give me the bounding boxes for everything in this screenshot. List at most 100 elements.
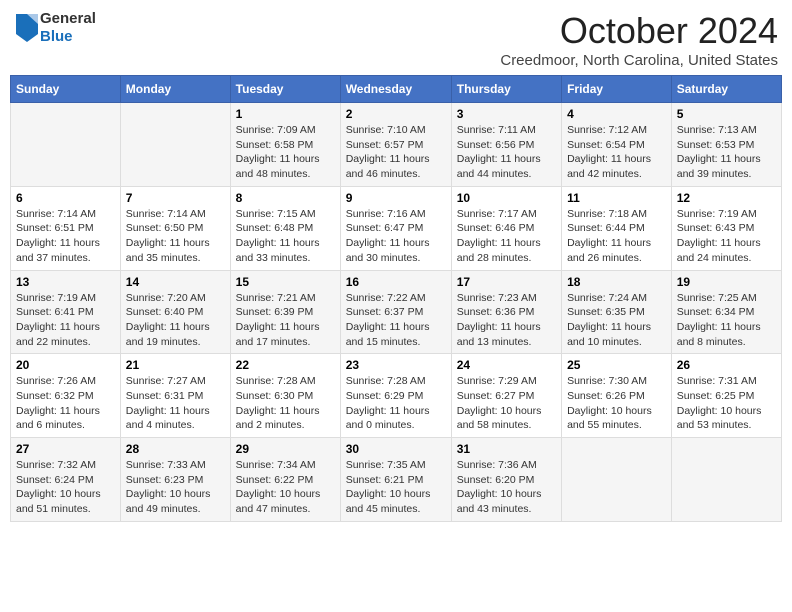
day-info: Sunrise: 7:31 AM Sunset: 6:25 PM Dayligh… xyxy=(677,374,776,433)
logo-icon xyxy=(16,14,38,42)
day-info: Sunrise: 7:19 AM Sunset: 6:43 PM Dayligh… xyxy=(677,207,776,266)
calendar-cell: 4Sunrise: 7:12 AM Sunset: 6:54 PM Daylig… xyxy=(562,103,672,187)
page-header: General Blue October 2024 Creedmoor, Nor… xyxy=(10,10,782,69)
day-info: Sunrise: 7:25 AM Sunset: 6:34 PM Dayligh… xyxy=(677,291,776,350)
day-number: 13 xyxy=(16,275,115,289)
calendar-cell: 19 Sunrise: 7:25 AM Sunset: 6:34 PM Dayli… xyxy=(671,270,781,354)
month-title: October 2024 xyxy=(500,10,778,52)
day-info: Sunrise: 7:10 AM Sunset: 6:57 PM Dayligh… xyxy=(346,123,446,182)
calendar-cell: 23Sunrise: 7:28 AM Sunset: 6:29 PM Dayli… xyxy=(340,354,451,438)
header-tuesday: Tuesday xyxy=(230,76,340,103)
day-number: 1 xyxy=(236,107,335,121)
location-subtitle: Creedmoor, North Carolina, United States xyxy=(500,52,778,69)
calendar-cell: 17 Sunrise: 7:23 AM Sunset: 6:36 PM Dayli… xyxy=(451,270,561,354)
week-row-4: 20 Sunrise: 7:26 AM Sunset: 6:32 PM Dayli… xyxy=(11,354,782,438)
calendar-cell: 11 Sunrise: 7:18 AM Sunset: 6:44 PM Dayli… xyxy=(562,186,672,270)
calendar-cell: 14 Sunrise: 7:20 AM Sunset: 6:40 PM Dayli… xyxy=(120,270,230,354)
logo-text-blue: Blue xyxy=(40,28,96,46)
day-info: Sunrise: 7:28 AM Sunset: 6:30 PM Dayligh… xyxy=(236,374,335,433)
day-info: Sunrise: 7:24 AM Sunset: 6:35 PM Dayligh… xyxy=(567,291,666,350)
calendar-cell: 24 Sunrise: 7:29 AM Sunset: 6:27 PM Dayli… xyxy=(451,354,561,438)
day-number: 20 xyxy=(16,358,115,372)
day-number: 6 xyxy=(16,191,115,205)
calendar-cell: 16 Sunrise: 7:22 AM Sunset: 6:37 PM Dayli… xyxy=(340,270,451,354)
day-number: 14 xyxy=(126,275,225,289)
day-number: 17 xyxy=(457,275,556,289)
header-friday: Friday xyxy=(562,76,672,103)
day-info: Sunrise: 7:26 AM Sunset: 6:32 PM Dayligh… xyxy=(16,374,115,433)
day-number: 2 xyxy=(346,107,446,121)
calendar-cell: 7Sunrise: 7:14 AM Sunset: 6:50 PM Daylig… xyxy=(120,186,230,270)
header-monday: Monday xyxy=(120,76,230,103)
day-number: 21 xyxy=(126,358,225,372)
calendar-cell: 1 Sunrise: 7:09 AM Sunset: 6:58 PM Daylig… xyxy=(230,103,340,187)
week-row-5: 27 Sunrise: 7:32 AM Sunset: 6:24 PM Dayli… xyxy=(11,438,782,522)
logo-text-general: General xyxy=(40,10,96,28)
calendar-cell: 29Sunrise: 7:34 AM Sunset: 6:22 PM Dayli… xyxy=(230,438,340,522)
day-info: Sunrise: 7:32 AM Sunset: 6:24 PM Dayligh… xyxy=(16,458,115,517)
day-number: 26 xyxy=(677,358,776,372)
day-number: 23 xyxy=(346,358,446,372)
day-number: 11 xyxy=(567,191,666,205)
day-info: Sunrise: 7:14 AM Sunset: 6:50 PM Dayligh… xyxy=(126,207,225,266)
day-number: 19 xyxy=(677,275,776,289)
calendar-cell: 15 Sunrise: 7:21 AM Sunset: 6:39 PM Dayli… xyxy=(230,270,340,354)
day-info: Sunrise: 7:33 AM Sunset: 6:23 PM Dayligh… xyxy=(126,458,225,517)
header-saturday: Saturday xyxy=(671,76,781,103)
day-info: Sunrise: 7:35 AM Sunset: 6:21 PM Dayligh… xyxy=(346,458,446,517)
calendar-cell xyxy=(562,438,672,522)
day-info: Sunrise: 7:22 AM Sunset: 6:37 PM Dayligh… xyxy=(346,291,446,350)
day-info: Sunrise: 7:29 AM Sunset: 6:27 PM Dayligh… xyxy=(457,374,556,433)
day-number: 3 xyxy=(457,107,556,121)
calendar-cell xyxy=(671,438,781,522)
title-area: October 2024 Creedmoor, North Carolina, … xyxy=(500,10,778,69)
day-number: 5 xyxy=(677,107,776,121)
day-number: 28 xyxy=(126,442,225,456)
logo: General Blue xyxy=(14,10,96,46)
calendar-cell: 30Sunrise: 7:35 AM Sunset: 6:21 PM Dayli… xyxy=(340,438,451,522)
header-sunday: Sunday xyxy=(11,76,121,103)
calendar-cell: 22 Sunrise: 7:28 AM Sunset: 6:30 PM Dayli… xyxy=(230,354,340,438)
day-info: Sunrise: 7:30 AM Sunset: 6:26 PM Dayligh… xyxy=(567,374,666,433)
day-number: 18 xyxy=(567,275,666,289)
calendar-cell: 5 Sunrise: 7:13 AM Sunset: 6:53 PM Daylig… xyxy=(671,103,781,187)
day-number: 12 xyxy=(677,191,776,205)
day-number: 10 xyxy=(457,191,556,205)
day-number: 27 xyxy=(16,442,115,456)
calendar-cell: 6Sunrise: 7:14 AM Sunset: 6:51 PM Daylig… xyxy=(11,186,121,270)
day-info: Sunrise: 7:27 AM Sunset: 6:31 PM Dayligh… xyxy=(126,374,225,433)
week-row-3: 13Sunrise: 7:19 AM Sunset: 6:41 PM Dayli… xyxy=(11,270,782,354)
calendar-cell: 12 Sunrise: 7:19 AM Sunset: 6:43 PM Dayli… xyxy=(671,186,781,270)
header-wednesday: Wednesday xyxy=(340,76,451,103)
day-info: Sunrise: 7:11 AM Sunset: 6:56 PM Dayligh… xyxy=(457,123,556,182)
day-number: 9 xyxy=(346,191,446,205)
day-info: Sunrise: 7:09 AM Sunset: 6:58 PM Dayligh… xyxy=(236,123,335,182)
day-number: 22 xyxy=(236,358,335,372)
calendar-header-row: SundayMondayTuesdayWednesdayThursdayFrid… xyxy=(11,76,782,103)
day-info: Sunrise: 7:17 AM Sunset: 6:46 PM Dayligh… xyxy=(457,207,556,266)
calendar-cell xyxy=(11,103,121,187)
day-info: Sunrise: 7:12 AM Sunset: 6:54 PM Dayligh… xyxy=(567,123,666,182)
day-info: Sunrise: 7:21 AM Sunset: 6:39 PM Dayligh… xyxy=(236,291,335,350)
day-info: Sunrise: 7:13 AM Sunset: 6:53 PM Dayligh… xyxy=(677,123,776,182)
day-info: Sunrise: 7:23 AM Sunset: 6:36 PM Dayligh… xyxy=(457,291,556,350)
calendar-cell: 20 Sunrise: 7:26 AM Sunset: 6:32 PM Dayli… xyxy=(11,354,121,438)
calendar-cell xyxy=(120,103,230,187)
header-thursday: Thursday xyxy=(451,76,561,103)
day-number: 8 xyxy=(236,191,335,205)
calendar-cell: 10 Sunrise: 7:17 AM Sunset: 6:46 PM Dayli… xyxy=(451,186,561,270)
week-row-1: 1 Sunrise: 7:09 AM Sunset: 6:58 PM Daylig… xyxy=(11,103,782,187)
day-info: Sunrise: 7:18 AM Sunset: 6:44 PM Dayligh… xyxy=(567,207,666,266)
calendar-cell: 9Sunrise: 7:16 AM Sunset: 6:47 PM Daylig… xyxy=(340,186,451,270)
day-info: Sunrise: 7:34 AM Sunset: 6:22 PM Dayligh… xyxy=(236,458,335,517)
calendar-cell: 2 Sunrise: 7:10 AM Sunset: 6:57 PM Daylig… xyxy=(340,103,451,187)
day-number: 31 xyxy=(457,442,556,456)
day-number: 15 xyxy=(236,275,335,289)
calendar-cell: 25Sunrise: 7:30 AM Sunset: 6:26 PM Dayli… xyxy=(562,354,672,438)
day-info: Sunrise: 7:20 AM Sunset: 6:40 PM Dayligh… xyxy=(126,291,225,350)
calendar-cell: 27 Sunrise: 7:32 AM Sunset: 6:24 PM Dayli… xyxy=(11,438,121,522)
calendar-cell: 13Sunrise: 7:19 AM Sunset: 6:41 PM Dayli… xyxy=(11,270,121,354)
day-number: 16 xyxy=(346,275,446,289)
day-number: 24 xyxy=(457,358,556,372)
calendar-cell: 26 Sunrise: 7:31 AM Sunset: 6:25 PM Dayli… xyxy=(671,354,781,438)
